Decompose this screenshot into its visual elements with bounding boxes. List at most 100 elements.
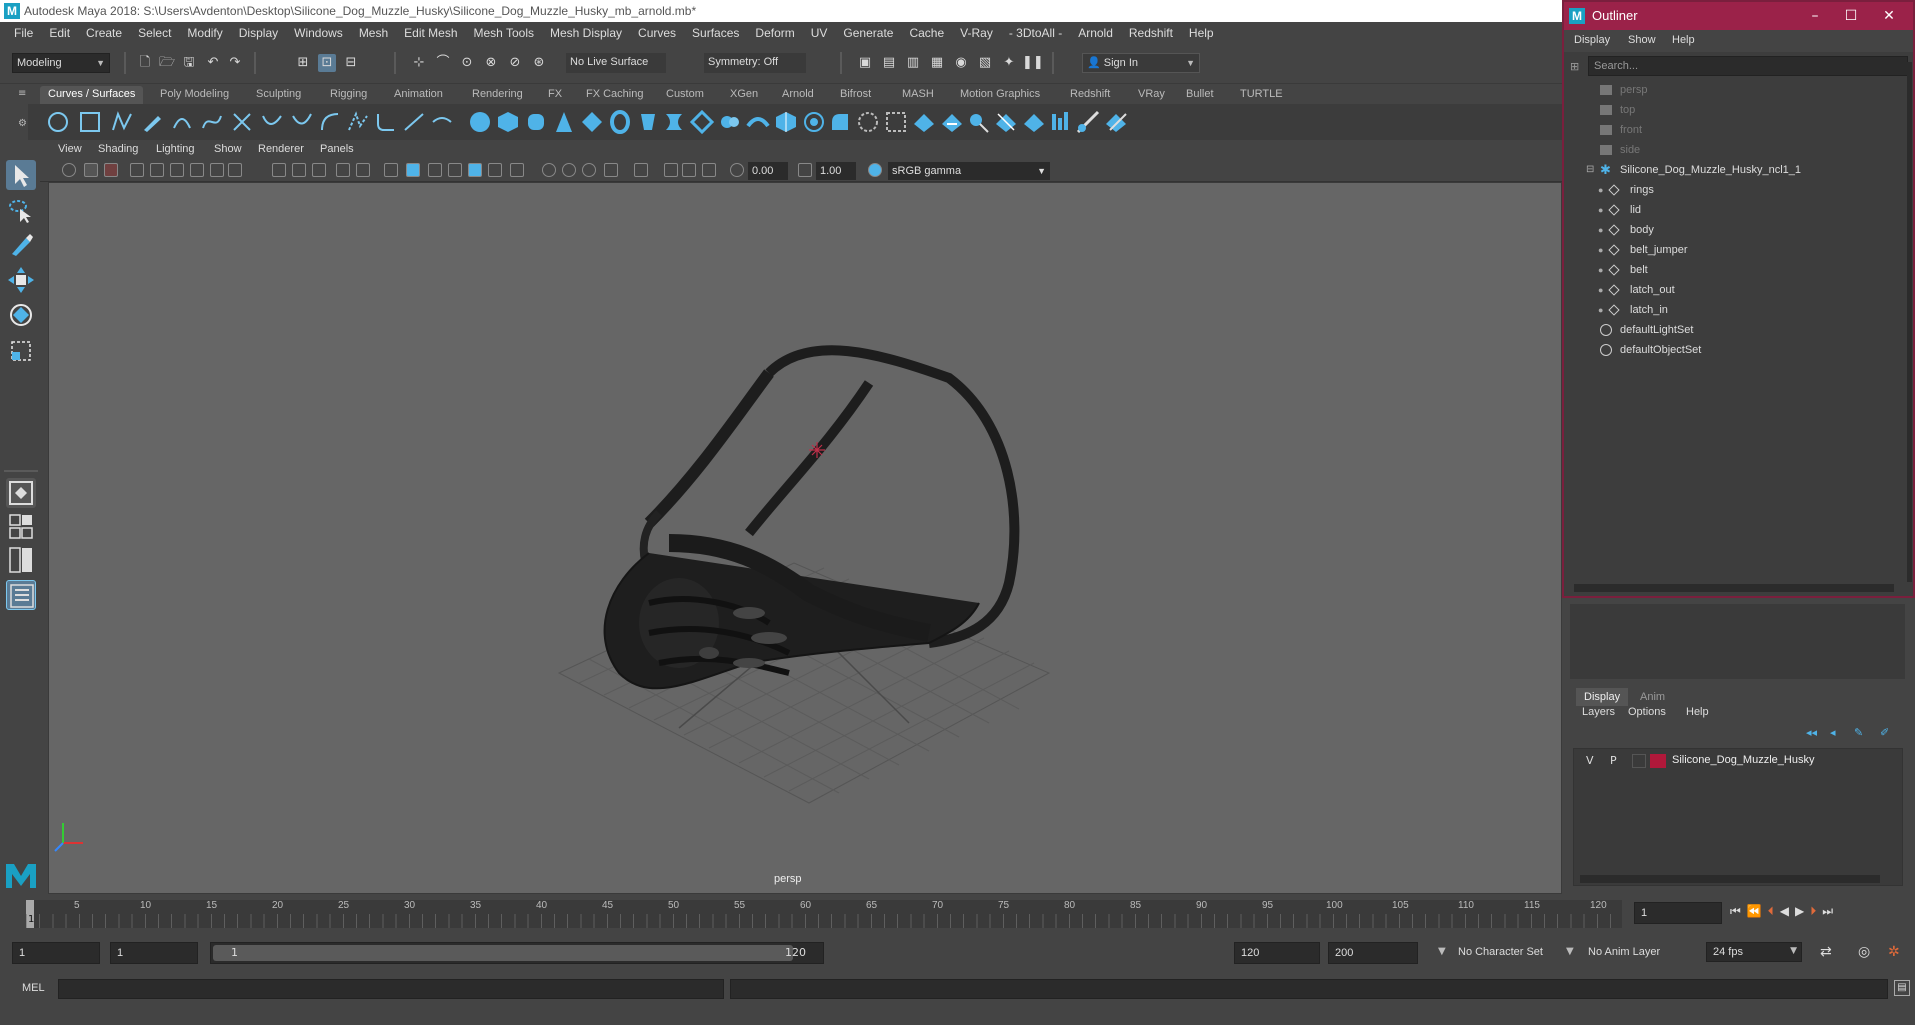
select-hierarchy-icon[interactable]: ⊞: [294, 54, 312, 72]
layer-row[interactable]: V P Silicone_Dog_Muzzle_Husky: [1576, 751, 1900, 771]
loft-icon[interactable]: [662, 110, 686, 134]
close-icon[interactable]: ✕: [1878, 6, 1900, 26]
menu-edit-mesh[interactable]: Edit Mesh: [396, 26, 465, 40]
scale-tool-icon[interactable]: [6, 336, 36, 366]
playback-start-field[interactable]: 1: [110, 942, 198, 964]
birail-icon[interactable]: [746, 110, 770, 134]
render-settings-icon[interactable]: ▦: [928, 54, 946, 72]
shelf-tab-vray[interactable]: VRay: [1130, 86, 1173, 104]
pause-icon[interactable]: ❚❚: [1022, 54, 1044, 72]
menu-modify[interactable]: Modify: [179, 26, 230, 40]
field-chart-icon[interactable]: [292, 163, 306, 177]
menu-vray[interactable]: V-Ray: [952, 26, 1001, 40]
planar-icon[interactable]: [690, 110, 714, 134]
collapse-icon[interactable]: ⊟: [1586, 160, 1594, 180]
shelf-tab-rigging[interactable]: Rigging: [322, 86, 375, 104]
outliner-item-lid[interactable]: ● lid: [1564, 200, 1904, 220]
backface-culling-icon[interactable]: [702, 163, 716, 177]
select-tool-icon[interactable]: [6, 160, 36, 190]
filter-icon[interactable]: ⊞: [1570, 60, 1584, 73]
outliner-horizontal-scrollbar[interactable]: [1574, 584, 1894, 592]
insert-isoparm-icon[interactable]: [994, 110, 1018, 134]
character-set-dropdown[interactable]: No Character Set: [1458, 946, 1543, 958]
mode-dropdown[interactable]: Modeling ▼: [12, 53, 110, 73]
motion-blur-icon[interactable]: [562, 163, 576, 177]
symmetry-dropdown[interactable]: Symmetry: Off: [704, 53, 806, 73]
nurbs-cube-icon[interactable]: [496, 110, 520, 134]
paint-select-tool-icon[interactable]: [6, 230, 36, 260]
single-perspective-layout-icon[interactable]: [6, 478, 36, 508]
outliner-item-body[interactable]: ● body: [1564, 220, 1904, 240]
smooth-shade-icon[interactable]: [406, 163, 420, 177]
menu-edit[interactable]: Edit: [41, 26, 78, 40]
safe-action-icon[interactable]: [312, 163, 326, 177]
chevron-down-icon[interactable]: ▼: [1566, 946, 1574, 957]
outliner-menu-show[interactable]: Show: [1628, 34, 1656, 46]
textured-icon[interactable]: [468, 163, 482, 177]
layer-menu-layers[interactable]: Layers: [1582, 706, 1615, 718]
menu-cache[interactable]: Cache: [901, 26, 952, 40]
rotate-tool-icon[interactable]: [6, 300, 36, 330]
preferences-icon[interactable]: ✲: [1888, 944, 1900, 960]
menu-uv[interactable]: UV: [803, 26, 836, 40]
outliner-item-default-light-set[interactable]: defaultLightSet: [1564, 320, 1904, 340]
camera-attributes-icon[interactable]: [62, 163, 76, 177]
exposure-field[interactable]: 0.00: [748, 162, 788, 180]
animation-end-field[interactable]: 200: [1328, 942, 1418, 964]
step-back-frame-icon[interactable]: ⏴: [1768, 904, 1780, 918]
outliner-menu-help[interactable]: Help: [1672, 34, 1695, 46]
panel-menu-lighting[interactable]: Lighting: [156, 143, 195, 155]
tab-layer-display[interactable]: Display: [1576, 688, 1628, 706]
menu-select[interactable]: Select: [130, 26, 179, 40]
four-view-layout-icon[interactable]: [6, 513, 36, 541]
snap-view-icon[interactable]: ⊗: [482, 54, 500, 72]
intersect-icon[interactable]: [856, 110, 880, 134]
shelf-tab-custom[interactable]: Custom: [658, 86, 712, 104]
color-management-icon[interactable]: [868, 163, 882, 177]
screen-space-ao-icon[interactable]: [542, 163, 556, 177]
extend-surface-icon[interactable]: [966, 110, 990, 134]
curve-insert-knot-icon[interactable]: [402, 110, 426, 134]
xray-joints-icon[interactable]: [664, 163, 678, 177]
command-input[interactable]: [58, 979, 724, 999]
expand-icon[interactable]: ●: [1598, 280, 1603, 300]
wireframe-icon[interactable]: [384, 163, 398, 177]
range-slider[interactable]: 1 120: [210, 942, 824, 964]
new-layer-selected-icon[interactable]: ✐: [1880, 726, 1889, 739]
new-layer-icon[interactable]: ✎: [1854, 726, 1863, 739]
project-curve-icon[interactable]: [884, 110, 908, 134]
shelf-tab-arnold[interactable]: Arnold: [774, 86, 822, 104]
loop-icon[interactable]: ⇄: [1820, 944, 1832, 960]
timeline-track[interactable]: 1 5 10 15 20 25 30 35 40 45 50 55 60 65 …: [26, 900, 1622, 928]
rebuild-surface-icon[interactable]: [1048, 110, 1072, 134]
menu-curves[interactable]: Curves: [630, 26, 684, 40]
layer-display-type[interactable]: [1632, 754, 1646, 768]
shelf-tab-fx[interactable]: FX: [540, 86, 570, 104]
open-scene-icon[interactable]: 🗁: [158, 54, 176, 72]
new-scene-icon[interactable]: 🗋: [136, 54, 154, 72]
step-back-key-icon[interactable]: ⏪: [1747, 904, 1768, 918]
pencil-curve-icon[interactable]: [140, 110, 164, 134]
offset-surface-icon[interactable]: [1022, 110, 1046, 134]
outliner-item-side[interactable]: side: [1564, 140, 1904, 160]
curve-extend-icon[interactable]: [430, 110, 454, 134]
snap-grid-icon[interactable]: ⊹: [410, 54, 428, 72]
tab-layer-anim[interactable]: Anim: [1632, 688, 1676, 706]
auto-key-icon[interactable]: ◎: [1858, 944, 1870, 960]
render-region-icon[interactable]: ▤: [880, 54, 898, 72]
shelf-tab-poly-modeling[interactable]: Poly Modeling: [152, 86, 237, 104]
menu-create[interactable]: Create: [78, 26, 130, 40]
square-surface-icon[interactable]: [828, 110, 852, 134]
panel-menu-show[interactable]: Show: [214, 143, 242, 155]
outliner-item-top[interactable]: top: [1564, 100, 1904, 120]
gate-mask-icon[interactable]: [228, 163, 242, 177]
anim-layer-dropdown[interactable]: No Anim Layer: [1588, 946, 1660, 958]
curve-rebuild-icon[interactable]: [346, 110, 370, 134]
layer-scrollbar[interactable]: [1580, 875, 1880, 883]
outliner-item-latch-in[interactable]: ● latch_in: [1564, 300, 1904, 320]
render-view-icon[interactable]: ▧: [976, 54, 994, 72]
select-component-icon[interactable]: ⊟: [342, 54, 360, 72]
shelf-tab-fx-caching[interactable]: FX Caching: [578, 86, 651, 104]
step-forward-frame-icon[interactable]: ⏵: [1810, 904, 1822, 918]
nurbs-circle-icon[interactable]: [46, 110, 70, 134]
